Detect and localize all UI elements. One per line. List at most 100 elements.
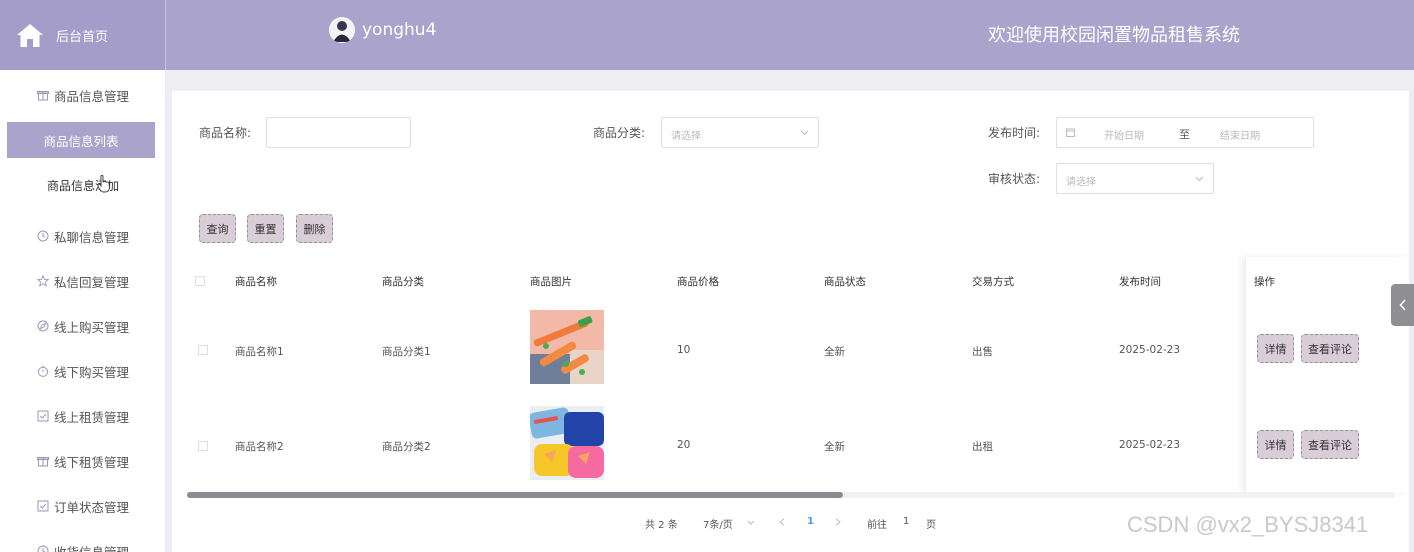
detail-button[interactable]: 详情 [1257, 430, 1294, 459]
chevron-down-icon [1195, 176, 1204, 182]
clock-icon [37, 230, 49, 242]
audit-status-label: 审核状态: [988, 172, 1041, 186]
product-image[interactable] [530, 406, 604, 480]
hand-cursor-icon [97, 175, 110, 193]
product-name-label: 商品名称: [199, 126, 252, 140]
sidebar-item-online-rental[interactable]: 线上租赁管理 [0, 403, 166, 429]
goto-page-input[interactable]: 1 [903, 516, 909, 527]
cell-price: 20 [677, 439, 691, 451]
sidebar-item-online-purchase[interactable]: 线上购买管理 [0, 313, 166, 339]
chevron-down-icon[interactable] [747, 520, 755, 525]
scrollbar-thumb[interactable] [187, 492, 843, 498]
range-separator: 至 [1179, 128, 1190, 141]
chevron-left-icon[interactable] [779, 518, 785, 526]
sidebar-item-label: 线下购买管理 [53, 364, 129, 380]
audit-status-select[interactable]: 请选择 [1056, 163, 1214, 194]
category-label: 商品分类: [593, 126, 646, 140]
date-range-picker[interactable]: 开始日期 至 结束日期 [1056, 117, 1314, 148]
column-header-price: 商品价格 [677, 276, 719, 288]
reset-button[interactable]: 重置 [247, 214, 284, 243]
pagination-current-page[interactable]: 1 [807, 516, 814, 527]
sidebar-item-product-info[interactable]: 商品信息管理 [0, 82, 166, 108]
detail-button[interactable]: 详情 [1257, 334, 1294, 363]
check-square-icon [37, 410, 49, 422]
cell-trade: 出售 [972, 346, 993, 358]
category-placeholder: 请选择 [671, 131, 701, 142]
system-title: 欢迎使用校园闲置物品租售系统 [988, 25, 1240, 46]
column-header-actions: 操作 [1254, 276, 1275, 288]
goto-prefix: 前往 [867, 520, 887, 531]
product-image[interactable] [530, 310, 604, 384]
cell-status: 全新 [824, 346, 845, 358]
sidebar: 商品信息管理 商品信息列表 商品信息添加 私聊信息管理 私信回复管理 线上购买管… [0, 70, 166, 552]
user-avatar-icon [329, 17, 355, 43]
cell-category: 商品分类2 [382, 441, 431, 453]
home-link[interactable]: 后台首页 [0, 0, 166, 70]
table-scrollbar[interactable] [187, 492, 1395, 498]
query-button[interactable]: 查询 [199, 214, 236, 243]
avatar[interactable] [329, 17, 355, 43]
view-comments-button[interactable]: 查看评论 [1301, 334, 1359, 363]
cell-date: 2025-02-23 [1119, 344, 1181, 356]
chevron-left-icon [1398, 299, 1406, 311]
sidebar-item-label: 订单状态管理 [53, 499, 129, 515]
column-header-name: 商品名称 [235, 276, 277, 288]
column-header-date: 发布时间 [1119, 276, 1161, 288]
sidebar-item-label: 线上购买管理 [53, 319, 129, 335]
sidebar-item-offline-rental[interactable]: 线下租赁管理 [0, 448, 166, 474]
cell-category: 商品分类1 [382, 346, 431, 358]
compass-icon [37, 320, 49, 332]
sidebar-item-label: 商品信息管理 [53, 88, 129, 104]
check-square-icon [37, 500, 49, 512]
audit-status-placeholder: 请选择 [1066, 177, 1096, 188]
column-header-status: 商品状态 [824, 276, 866, 288]
sidebar-item-private-reply[interactable]: 私信回复管理 [0, 268, 166, 294]
star-icon [36, 275, 49, 287]
cell-price: 10 [677, 344, 691, 356]
row-checkbox[interactable] [198, 441, 208, 451]
sidebar-item-offline-purchase[interactable]: 线下购买管理 [0, 358, 166, 384]
publish-time-label: 发布时间: [988, 126, 1041, 140]
product-photo-pencil-case [530, 406, 604, 480]
cell-date: 2025-02-23 [1119, 439, 1181, 451]
sidebar-item-order-status[interactable]: 订单状态管理 [0, 493, 166, 519]
cell-status: 全新 [824, 441, 845, 453]
sidebar-item-delivery-info[interactable]: 收货信息管理 [0, 538, 166, 552]
column-header-image: 商品图片 [530, 276, 572, 288]
cell-trade: 出租 [972, 441, 993, 453]
row-checkbox[interactable] [198, 345, 208, 355]
sidebar-item-label: 收货信息管理 [53, 544, 129, 552]
username: yonghu4 [362, 20, 437, 40]
chevron-down-icon [800, 130, 809, 136]
column-header-category: 商品分类 [382, 276, 424, 288]
sidebar-item-private-chat[interactable]: 私聊信息管理 [0, 223, 166, 249]
operation-column: 操作 详情 查看评论 详情 查看评论 [1245, 257, 1409, 493]
cell-name: 商品名称1 [235, 346, 284, 358]
product-photo-pencils [530, 310, 604, 384]
side-collapse-tab[interactable] [1391, 284, 1414, 326]
product-name-input[interactable] [266, 117, 411, 148]
sidebar-subitem-product-list[interactable]: 商品信息列表 [7, 122, 155, 158]
start-date-placeholder: 开始日期 [1104, 131, 1144, 142]
page-size-select[interactable]: 7条/页 [703, 516, 733, 531]
view-comments-button[interactable]: 查看评论 [1301, 430, 1359, 459]
gift-icon [36, 457, 49, 467]
pagination-total: 共 2 条 [645, 520, 678, 531]
sidebar-item-label: 私信回复管理 [53, 274, 129, 290]
sidebar-subitem-product-add[interactable]: 商品信息添加 [0, 172, 166, 198]
clock-icon [37, 545, 49, 552]
cell-name: 商品名称2 [235, 441, 284, 453]
delete-button[interactable]: 删除 [296, 214, 333, 243]
main-content: 商品名称: 商品分类: 请选择 发布时间: 开始日期 至 结束日期 审核状态: … [172, 91, 1409, 552]
timer-icon [37, 365, 49, 377]
home-icon [17, 24, 43, 47]
sidebar-item-label: 线下租赁管理 [53, 454, 129, 470]
chevron-right-icon[interactable] [835, 518, 841, 526]
sidebar-item-label: 私聊信息管理 [53, 229, 129, 245]
brand-label: 后台首页 [56, 29, 109, 45]
goto-suffix: 页 [926, 520, 936, 531]
category-select[interactable]: 请选择 [661, 117, 819, 148]
calendar-icon [1066, 128, 1075, 137]
select-all-checkbox[interactable] [195, 276, 205, 286]
end-date-placeholder: 结束日期 [1220, 131, 1260, 142]
